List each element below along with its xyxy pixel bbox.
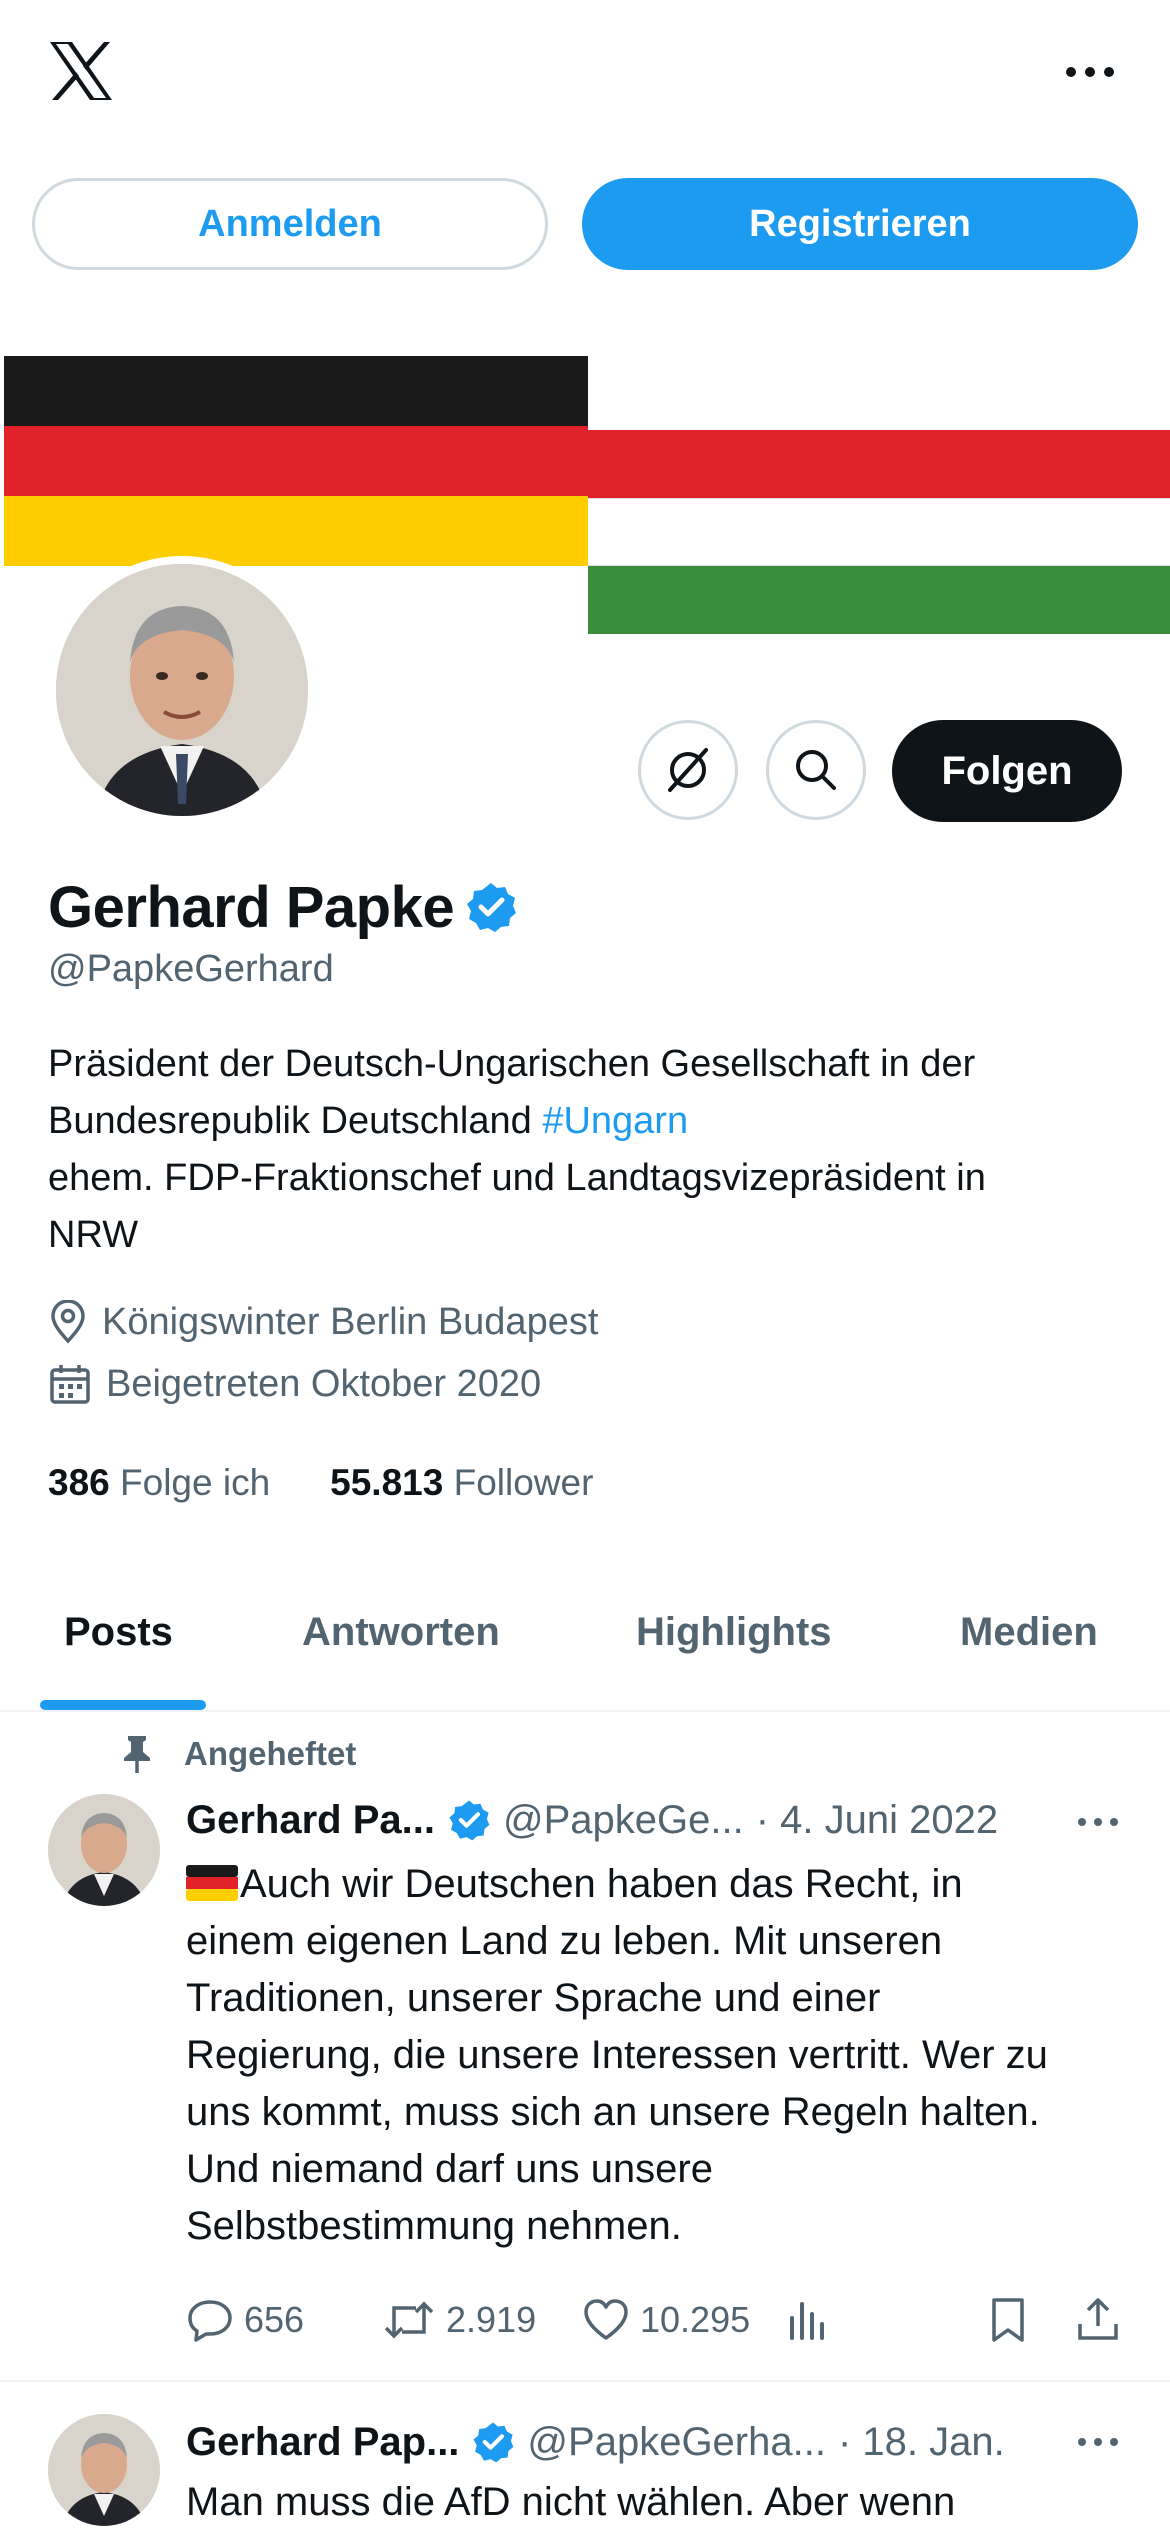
profile-tabs: Posts Antworten Highlights Medien [0, 1580, 1170, 1712]
bio-line: Bundesrepublik Deutschland #Ungarn [48, 1093, 1128, 1150]
search-profile-button[interactable] [766, 720, 866, 820]
following-link[interactable]: 386 Folge ich [48, 1462, 270, 1504]
heart-icon [584, 2299, 628, 2340]
repost-button[interactable]: 2.919 [382, 2290, 536, 2350]
followers-label: Follower [453, 1462, 594, 1503]
like-button[interactable]: 10.295 [582, 2290, 750, 2350]
post-more-icon[interactable] [1070, 2422, 1126, 2462]
location-text: Königswinter Berlin Budapest [102, 1300, 599, 1343]
follow-button[interactable]: Folgen [892, 720, 1122, 822]
like-count: 10.295 [640, 2299, 751, 2340]
active-tab-indicator [40, 1700, 206, 1710]
german-flag [4, 356, 588, 566]
pin-icon [124, 1736, 150, 1773]
followers-link[interactable]: 55.813 Follower [330, 1462, 593, 1504]
reply-button[interactable]: 656 [186, 2290, 304, 2350]
profile-name-row: Gerhard Papke [48, 872, 518, 942]
following-count: 386 [48, 1462, 110, 1503]
post-date[interactable]: · 18. Jan. [838, 2420, 1005, 2465]
post-date[interactable]: · 4. Juni 2022 [756, 1798, 998, 1843]
post-text-line: einem eigenen Land zu leben. Mit unseren [186, 1919, 943, 1963]
post-text-line: Traditionen, unserer Sprache und einer [186, 1976, 881, 2020]
following-label: Folge ich [120, 1462, 271, 1503]
tab-medien[interactable]: Medien [960, 1610, 1098, 1655]
post-header: Gerhard Pa... @PapkeGe... · 4. Juni 2022 [186, 1790, 998, 1850]
profile-bio: Präsident der Deutsch-Ungarischen Gesell… [48, 1036, 1128, 1264]
pinned-label-row: Angeheftet [120, 1734, 356, 1774]
search-icon [796, 750, 836, 790]
location-pin-icon [51, 1300, 85, 1344]
bio-line: ehem. FDP-Fraktionschef und Landtagsvize… [48, 1157, 986, 1199]
verified-badge-icon[interactable] [464, 880, 518, 934]
post-divider [0, 2380, 1170, 2382]
tab-posts[interactable]: Posts [64, 1610, 173, 1655]
bookmark-icon [992, 2298, 1024, 2342]
post-text-line: Regierung, die unsere Interessen vertrit… [186, 2033, 1048, 2077]
share-button[interactable] [1074, 2290, 1122, 2350]
post-text-line: Auch wir Deutschen haben das Recht, in [186, 1856, 1086, 1913]
german-flag-emoji-icon [186, 1865, 238, 1901]
views-button[interactable] [786, 2290, 830, 2350]
bio-line: NRW [48, 1214, 139, 1256]
reply-icon [188, 2300, 232, 2342]
profile-joined: Beigetreten Oktober 2020 [48, 1362, 541, 1406]
post-header: Gerhard Pap... @PapkeGerha... · 18. Jan. [186, 2412, 1005, 2472]
grok-icon [668, 748, 708, 792]
post-actions: 656 2.919 10.295 [186, 2290, 1126, 2350]
hungarian-flag [588, 430, 1170, 636]
joined-text: Beigetreten Oktober 2020 [106, 1362, 542, 1405]
more-horizontal-icon[interactable] [1058, 50, 1122, 94]
followers-count: 55.813 [330, 1462, 444, 1503]
post-text: Man muss die AfD nicht wählen. Aber wenn [186, 2474, 1086, 2531]
profile-name: Gerhard Papke [48, 874, 455, 940]
hashtag-link[interactable]: #Ungarn [542, 1100, 688, 1142]
post-text-line: uns kommt, muss sich an unsere Regeln ha… [186, 2090, 1040, 2134]
post-avatar[interactable] [48, 2414, 160, 2526]
grok-analyze-button[interactable] [638, 720, 738, 820]
login-button[interactable]: Anmelden [32, 178, 548, 270]
tab-antworten[interactable]: Antworten [302, 1610, 500, 1655]
register-button[interactable]: Registrieren [582, 178, 1138, 270]
analytics-icon [790, 2302, 824, 2340]
verified-badge-icon [449, 1800, 490, 1841]
pinned-label: Angeheftet [184, 1735, 357, 1772]
verified-badge-icon [473, 2422, 514, 2463]
top-bar [0, 0, 1170, 150]
post-text-segment: Auch wir Deutschen haben das Recht, in [240, 1862, 963, 1906]
profile-stats: 386 Folge ich 55.813 Follower [48, 1462, 593, 1504]
repost-count: 2.919 [446, 2299, 537, 2340]
post-author-handle[interactable]: @PapkeGe... [503, 1798, 744, 1843]
post-text-line: Selbstbestimmung nehmen. [186, 2204, 682, 2248]
post-text-line: Man muss die AfD nicht wählen. Aber wenn [186, 2480, 956, 2524]
profile-location: Königswinter Berlin Budapest [48, 1300, 598, 1344]
post-author-handle[interactable]: @PapkeGerha... [527, 2420, 826, 2465]
calendar-icon [50, 1365, 90, 1404]
share-icon [1078, 2298, 1118, 2340]
post-text: Auch wir Deutschen haben das Recht, in e… [186, 1856, 1086, 2255]
profile-avatar[interactable] [48, 556, 316, 824]
auth-buttons: Anmelden Registrieren [32, 178, 1138, 270]
post-more-icon[interactable] [1070, 1802, 1126, 1842]
reply-count: 656 [244, 2299, 305, 2340]
repost-icon [384, 2301, 434, 2339]
bookmark-button[interactable] [986, 2290, 1030, 2350]
post-text-line: Und niemand darf uns unsere [186, 2147, 713, 2191]
bio-text: Bundesrepublik Deutschland [48, 1100, 543, 1142]
post-author-name[interactable]: Gerhard Pa... [186, 1798, 435, 1843]
bio-line: Präsident der Deutsch-Ungarischen Gesell… [48, 1043, 976, 1085]
x-logo-icon[interactable] [48, 40, 114, 102]
post-avatar[interactable] [48, 1794, 160, 1906]
post-author-name[interactable]: Gerhard Pap... [186, 2420, 459, 2465]
tab-highlights[interactable]: Highlights [636, 1610, 832, 1655]
profile-handle: @PapkeGerhard [48, 948, 334, 990]
